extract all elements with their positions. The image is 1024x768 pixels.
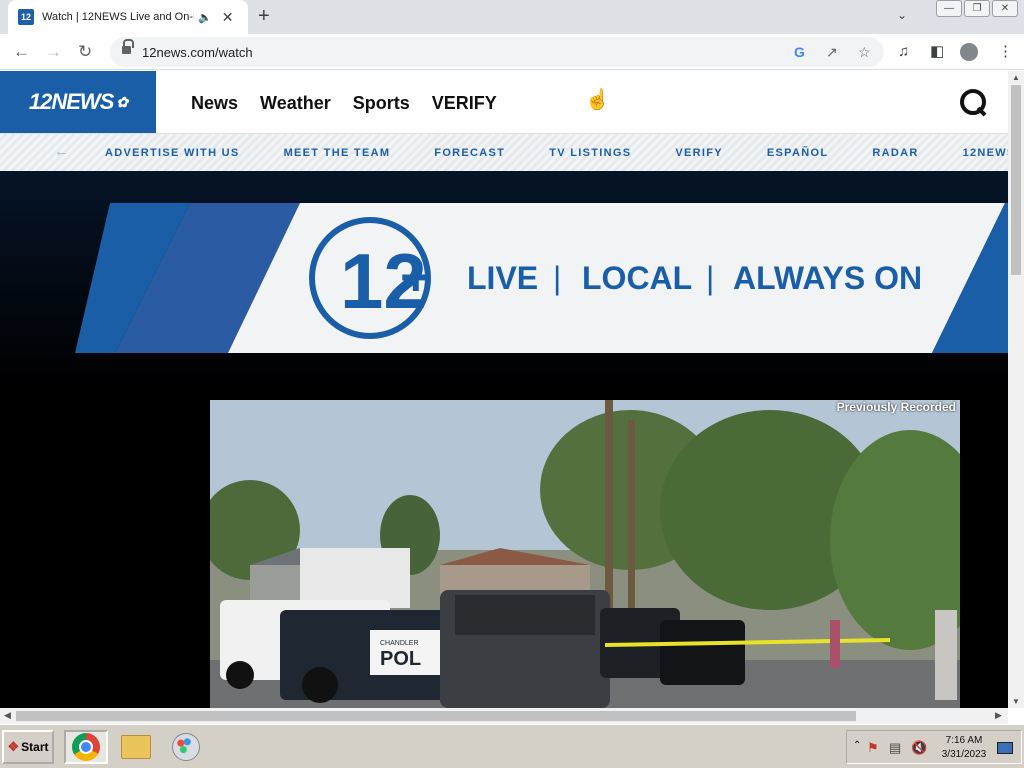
security-alert-icon[interactable]: ⚑ <box>867 740 879 756</box>
banner-logo-plus: + <box>400 247 432 307</box>
folder-icon <box>121 735 151 759</box>
site-favicon-icon: 12 <box>18 9 34 25</box>
os-taskbar: ❖ Start ⌃ ⚑ ▤ 🔇 7:16 AM 3/31/2023 <box>0 724 1024 768</box>
paint-palette-icon <box>172 733 200 761</box>
bookmark-star-icon[interactable]: ☆ <box>858 43 871 61</box>
hand-cursor-icon: ☝ <box>585 89 610 111</box>
scroll-down-arrow-icon[interactable]: ▼ <box>1012 697 1020 706</box>
site-header: 12NEWS ✿ News Weather Sports VERIFY ☝ <box>0 71 1008 133</box>
nav-weather[interactable]: Weather <box>260 93 331 114</box>
video-vehicle-subtext: CHANDLER <box>380 640 419 647</box>
12plus-banner: 12 + LIVE | LOCAL | ALWAYS ON <box>75 203 1008 353</box>
taskbar-explorer-button[interactable] <box>114 730 158 764</box>
forward-arrow-icon[interactable]: → <box>45 42 62 62</box>
banner-tagline-local: LOCAL <box>582 260 692 296</box>
subnav-item-tv-listings[interactable]: TV LISTINGS <box>549 147 631 159</box>
sub-nav: ← ADVERTISE WITH US MEET THE TEAM FORECA… <box>0 133 1008 171</box>
video-player[interactable]: POL CHANDLER Previously Recorded <box>210 400 960 708</box>
vertical-scroll-thumb[interactable] <box>1011 85 1021 275</box>
window-controls: — ❐ ✕ <box>936 0 1018 17</box>
close-tab-icon[interactable]: ✕ <box>222 9 234 26</box>
nav-sports[interactable]: Sports <box>353 93 410 114</box>
address-bar[interactable]: 12news.com/watch G ↗ ☆ <box>110 37 884 67</box>
clock-time: 7:16 AM <box>945 735 983 746</box>
browser-toolbar: ← → ↻ 12news.com/watch G ↗ ☆ ♫ ◧ ⋮ <box>0 34 1024 70</box>
url-text[interactable]: 12news.com/watch <box>142 45 253 60</box>
main-nav: News Weather Sports VERIFY <box>191 93 497 114</box>
search-icon[interactable] <box>960 89 988 117</box>
nav-news[interactable]: News <box>191 93 238 114</box>
google-translate-icon[interactable]: G <box>794 43 805 61</box>
banner-tagline-live: LIVE <box>467 260 538 296</box>
scroll-right-arrow-icon[interactable]: ▶ <box>995 710 1002 721</box>
volume-muted-icon[interactable]: 🔇 <box>911 740 927 756</box>
subnav-item-12news[interactable]: 12NEWS <box>963 147 1008 159</box>
subnav-item-espanol[interactable]: ESPAÑOL <box>767 147 828 159</box>
nbc-peacock-icon: ✿ <box>116 93 128 110</box>
chrome-icon <box>72 733 100 761</box>
start-label: Start <box>21 740 49 754</box>
clock-date: 3/31/2023 <box>941 749 987 760</box>
site-logo[interactable]: 12NEWS ✿ <box>0 71 156 133</box>
subnav-item-radar[interactable]: RADAR <box>872 147 918 159</box>
network-icon[interactable]: ▤ <box>889 740 901 756</box>
horizontal-scrollbar[interactable]: ◀ ▶ <box>0 708 1008 724</box>
minimize-button[interactable]: — <box>936 0 962 17</box>
subnav-item-verify[interactable]: VERIFY <box>675 147 723 159</box>
tray-expand-chevron-icon[interactable]: ⌃ <box>853 740 861 751</box>
start-button[interactable]: ❖ Start <box>2 730 54 764</box>
tab-title: Watch | 12NEWS Live and On-D <box>42 11 194 23</box>
show-desktop-icon[interactable] <box>997 742 1013 754</box>
browser-tab-strip: 12 Watch | 12NEWS Live and On-D 🔈 ✕ + ⌄ … <box>0 0 1024 34</box>
scroll-left-arrow-icon[interactable]: ◀ <box>4 710 11 721</box>
audio-playing-icon[interactable]: 🔈 <box>198 11 212 24</box>
banner-separator-2: | <box>706 260 714 296</box>
lock-icon[interactable] <box>122 39 134 54</box>
banner-tagline-always-on: ALWAYS ON <box>733 260 922 296</box>
back-arrow-icon[interactable]: ← <box>13 42 30 62</box>
subnav-item-advertise[interactable]: ADVERTISE WITH US <box>105 147 240 159</box>
close-window-button[interactable]: ✕ <box>992 0 1018 17</box>
system-tray: ⌃ ⚑ ▤ 🔇 7:16 AM 3/31/2023 <box>846 730 1022 764</box>
previously-recorded-label: Previously Recorded <box>836 400 956 414</box>
menu-kebab-icon[interactable]: ⋮ <box>998 42 1013 62</box>
web-page: 12NEWS ✿ News Weather Sports VERIFY ☝ ← … <box>0 71 1008 708</box>
share-icon[interactable]: ↗ <box>826 43 838 61</box>
media-control-icon[interactable]: ♫ <box>898 42 909 62</box>
restore-button[interactable]: ❐ <box>964 0 990 17</box>
reload-icon[interactable]: ↻ <box>78 42 92 62</box>
subnav-items: ADVERTISE WITH US MEET THE TEAM FORECAST… <box>105 147 1008 159</box>
logo-text: 12NEWS <box>28 89 114 114</box>
side-panel-icon[interactable]: ◧ <box>930 42 944 62</box>
profile-avatar-icon[interactable] <box>960 43 978 61</box>
taskbar-paint-button[interactable] <box>164 730 208 764</box>
video-vehicle-text: POL <box>380 648 421 670</box>
subnav-item-meet-the-team[interactable]: MEET THE TEAM <box>284 147 391 159</box>
scroll-up-arrow-icon[interactable]: ▲ <box>1012 73 1020 82</box>
windows-flag-icon: ❖ <box>7 739 20 754</box>
subnav-back-arrow-icon[interactable]: ← <box>54 143 69 160</box>
taskbar-chrome-button[interactable] <box>64 730 108 764</box>
banner-separator-1: | <box>553 260 561 296</box>
video-frame: POL CHANDLER <box>210 400 960 708</box>
tray-clock[interactable]: 7:16 AM 3/31/2023 <box>933 734 995 762</box>
horizontal-scroll-thumb[interactable] <box>16 711 856 721</box>
new-tab-button[interactable]: + <box>258 5 270 27</box>
tab-search-chevron-icon[interactable]: ⌄ <box>897 8 907 22</box>
browser-tab-active[interactable]: 12 Watch | 12NEWS Live and On-D 🔈 ✕ <box>8 0 248 34</box>
vertical-scrollbar[interactable]: ▲ ▼ <box>1008 71 1024 708</box>
nav-verify[interactable]: VERIFY <box>432 93 497 114</box>
subnav-item-forecast[interactable]: FORECAST <box>434 147 505 159</box>
